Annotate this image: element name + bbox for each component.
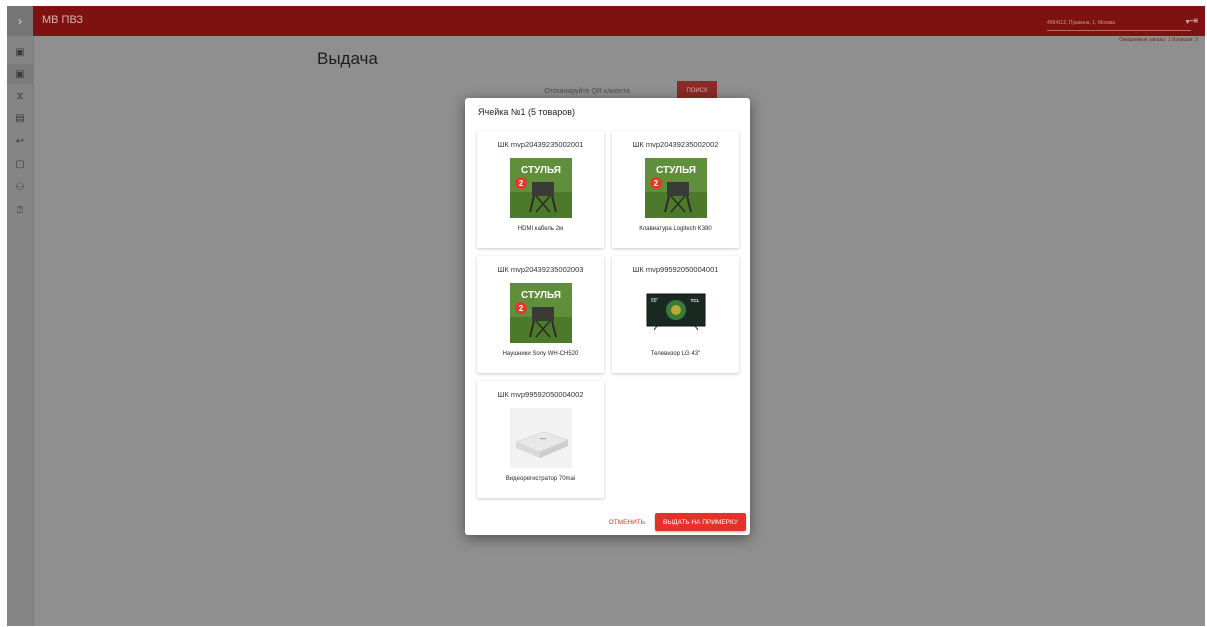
chevron-right-icon: ›	[18, 14, 22, 28]
help-icon[interactable]: ⍰	[7, 200, 33, 220]
item-card[interactable]: ШК mvp99592050004002 Видеорегистратор 70…	[477, 381, 604, 498]
item-barcode: ШК mvp99592050004001	[632, 265, 719, 274]
svg-text:2: 2	[654, 179, 659, 188]
tv-product-image: 55" TCL	[645, 283, 707, 343]
page-title: Выдача	[317, 49, 378, 68]
chat-icon[interactable]: ▢	[7, 154, 33, 174]
svg-text:TCL: TCL	[691, 298, 700, 303]
item-name: Видеорегистратор 70mai	[505, 476, 576, 482]
users-icon[interactable]: ⚇	[7, 177, 33, 197]
dialog-actions: ОТМЕНИТЬ ВЫДАТЬ НА ПРИМЕРКУ	[605, 513, 746, 531]
sidebar-toggle-button[interactable]: ›	[7, 6, 33, 36]
dashcam-product-image	[510, 408, 572, 468]
top-bar: › МВ ПВЗ 4584112, Пушкина, 1, Москва ▼ ⇥	[7, 6, 1205, 36]
inbox-out-icon[interactable]: ▣	[7, 64, 33, 84]
issue-for-fitting-button[interactable]: ВЫДАТЬ НА ПРИМЕРКУ	[655, 513, 746, 531]
inbox-icon[interactable]: ▣	[7, 42, 33, 62]
chairs-product-image: СТУЛЬЯ 2	[510, 283, 572, 343]
item-name: Телевизор LG 43"	[650, 351, 701, 357]
hourglass-icon[interactable]: ⧖	[7, 86, 33, 106]
item-barcode: ШК mvp20439235002002	[632, 140, 719, 149]
sidebar: ▣ ▣ ⧖ ▤ ↩ ▢ ⚇ ⍰	[7, 36, 34, 626]
svg-text:2: 2	[519, 179, 524, 188]
svg-text:СТУЛЬЯ: СТУЛЬЯ	[521, 165, 561, 176]
svg-text:55": 55"	[651, 298, 659, 304]
svg-text:СТУЛЬЯ: СТУЛЬЯ	[656, 165, 696, 176]
svg-text:СТУЛЬЯ: СТУЛЬЯ	[521, 290, 561, 301]
item-card[interactable]: ШК mvp20439235002002 СТУЛЬЯ 2 Клавиатура…	[612, 131, 739, 248]
cancel-button[interactable]: ОТМЕНИТЬ	[605, 519, 649, 526]
document-icon[interactable]: ▤	[7, 108, 33, 128]
chairs-product-image: СТУЛЬЯ 2	[645, 158, 707, 218]
status-counters: Ожидаемые заказы: 1 Излишки: 2	[1119, 37, 1198, 43]
item-name: HDMI кабель 2м	[517, 226, 564, 232]
logout-icon[interactable]: ⇥	[1189, 14, 1198, 27]
item-barcode: ШК mvp99592050004002	[497, 390, 584, 399]
item-barcode: ШК mvp20439235002003	[497, 265, 584, 274]
chairs-product-image: СТУЛЬЯ 2	[510, 158, 572, 218]
return-icon[interactable]: ↩	[7, 131, 33, 151]
cell-items-dialog: Ячейка №1 (5 товаров) ШК mvp204392350020…	[465, 98, 750, 535]
item-card[interactable]: ШК mvp20439235002001 СТУЛЬЯ 2 HDMI кабел…	[477, 131, 604, 248]
item-name: Наушники Sony WH-CH520	[502, 351, 579, 357]
item-card[interactable]: ШК mvp20439235002003 СТУЛЬЯ 2 Наушники S…	[477, 256, 604, 373]
app-title: МВ ПВЗ	[42, 14, 84, 26]
location-value: 4584112, Пушкина, 1, Москва	[1047, 19, 1115, 26]
dialog-title: Ячейка №1 (5 товаров)	[478, 107, 576, 117]
location-select[interactable]: 4584112, Пушкина, 1, Москва ▼	[1047, 15, 1191, 31]
item-barcode: ШК mvp20439235002001	[497, 140, 584, 149]
svg-text:2: 2	[519, 304, 524, 313]
item-card[interactable]: ШК mvp99592050004001 55" TCL Телевизор L…	[612, 256, 739, 373]
item-name: Клавиатура Logitech K380	[639, 226, 712, 232]
